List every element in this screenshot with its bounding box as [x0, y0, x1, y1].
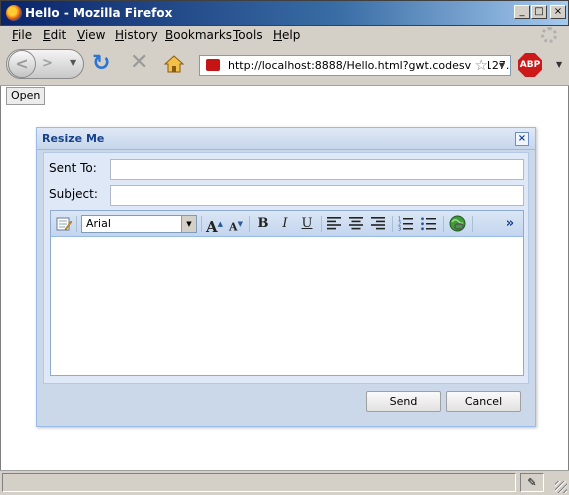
more-tools-button[interactable]: »: [503, 215, 517, 233]
toolbar-separator: [201, 216, 202, 232]
send-button[interactable]: Send: [366, 391, 441, 412]
align-center-icon[interactable]: [349, 217, 363, 230]
subject-input[interactable]: [110, 185, 524, 206]
activity-throbber-icon: [541, 27, 557, 43]
numbered-list-icon[interactable]: 1 2 3: [398, 216, 413, 231]
resize-grip-icon[interactable]: [555, 481, 567, 493]
firefox-logo-icon: [6, 5, 22, 21]
bold-button[interactable]: B: [255, 215, 271, 233]
shrink-text-button[interactable]: A▼: [229, 215, 243, 234]
source-edit-icon[interactable]: [56, 216, 72, 232]
dialog-title: Resize Me: [42, 132, 105, 145]
adblock-dropdown-icon[interactable]: ▼: [556, 60, 562, 69]
chevron-down-icon[interactable]: ▼: [181, 216, 196, 232]
resize-dialog: Resize Me × Sent To: Subject: Arial ▼ A▲…: [36, 127, 536, 427]
toolbar-separator: [321, 216, 322, 232]
dialog-header[interactable]: Resize Me ×: [37, 128, 535, 150]
svg-text:3: 3: [398, 227, 401, 232]
italic-button[interactable]: I: [277, 215, 293, 233]
toolbar-separator: [76, 216, 77, 232]
forward-icon[interactable]: >: [42, 56, 53, 71]
back-icon: <: [15, 54, 29, 73]
status-text: [2, 473, 516, 492]
font-family-select[interactable]: Arial ▼: [81, 215, 197, 233]
url-dropdown-icon[interactable]: ▼: [499, 61, 505, 70]
align-right-icon[interactable]: [371, 217, 385, 230]
history-dropdown-icon[interactable]: ▼: [70, 58, 76, 67]
bookmark-star-icon[interactable]: ☆: [471, 56, 488, 74]
menu-bar: File Edit View History Bookmarks Tools H…: [0, 26, 569, 44]
editor-toolbar: Arial ▼ A▲ A▼ B I U 1 2 3 »: [51, 211, 523, 237]
menu-bookmarks[interactable]: Bookmarks: [165, 28, 232, 42]
reload-icon[interactable]: ↻: [92, 53, 110, 75]
editor-text-area[interactable]: [51, 238, 523, 375]
menu-edit[interactable]: Edit: [43, 28, 66, 42]
open-button[interactable]: Open: [6, 87, 46, 105]
back-button[interactable]: <: [8, 50, 36, 78]
minimize-button[interactable]: _: [514, 5, 530, 19]
sent-to-input[interactable]: [110, 159, 524, 180]
menu-file[interactable]: File: [12, 28, 32, 42]
rich-text-editor: Arial ▼ A▲ A▼ B I U 1 2 3 »: [50, 210, 524, 376]
address-bar[interactable]: http://localhost:8888/Hello.html?gwt.cod…: [199, 55, 511, 76]
url-text[interactable]: http://localhost:8888/Hello.html?gwt.cod…: [228, 59, 510, 72]
bulleted-list-icon[interactable]: [421, 216, 436, 231]
maximize-button[interactable]: □: [531, 5, 547, 19]
insert-link-icon[interactable]: [449, 215, 466, 232]
toolbar-separator: [443, 216, 444, 232]
menu-tools[interactable]: Tools: [233, 28, 263, 42]
grow-text-button[interactable]: A▲: [206, 215, 223, 236]
status-bar: ✎: [0, 470, 569, 495]
underline-button[interactable]: U: [299, 215, 315, 233]
navigation-toolbar: < > ▼ ↻ ✕ http://localhost:8888/Hello.ht…: [0, 44, 569, 86]
stop-icon[interactable]: ✕: [130, 52, 148, 74]
home-icon[interactable]: [164, 54, 184, 74]
cancel-button[interactable]: Cancel: [446, 391, 521, 412]
align-left-icon[interactable]: [327, 217, 341, 230]
window-title: Hello - Mozilla Firefox: [25, 6, 173, 20]
menu-view[interactable]: View: [77, 28, 105, 42]
addon-status-icon[interactable]: ✎: [520, 473, 544, 492]
page-content: Open Resize Me × Sent To: Subject: Arial…: [0, 86, 569, 470]
toolbar-separator: [249, 216, 250, 232]
close-window-button[interactable]: ×: [550, 5, 566, 19]
adblock-plus-icon[interactable]: ABP: [518, 53, 542, 77]
sent-to-label: Sent To:: [49, 161, 97, 175]
dialog-close-button[interactable]: ×: [515, 132, 529, 146]
toolbar-separator: [392, 216, 393, 232]
window-titlebar[interactable]: Hello - Mozilla Firefox _ □ ×: [0, 0, 569, 26]
toolbar-separator: [472, 216, 473, 232]
dialog-body: Sent To: Subject: Arial ▼ A▲ A▼ B I U 1 …: [43, 152, 529, 384]
subject-label: Subject:: [49, 187, 98, 201]
menu-help[interactable]: Help: [273, 28, 300, 42]
menu-history[interactable]: History: [115, 28, 158, 42]
site-favicon-icon: [206, 59, 220, 71]
